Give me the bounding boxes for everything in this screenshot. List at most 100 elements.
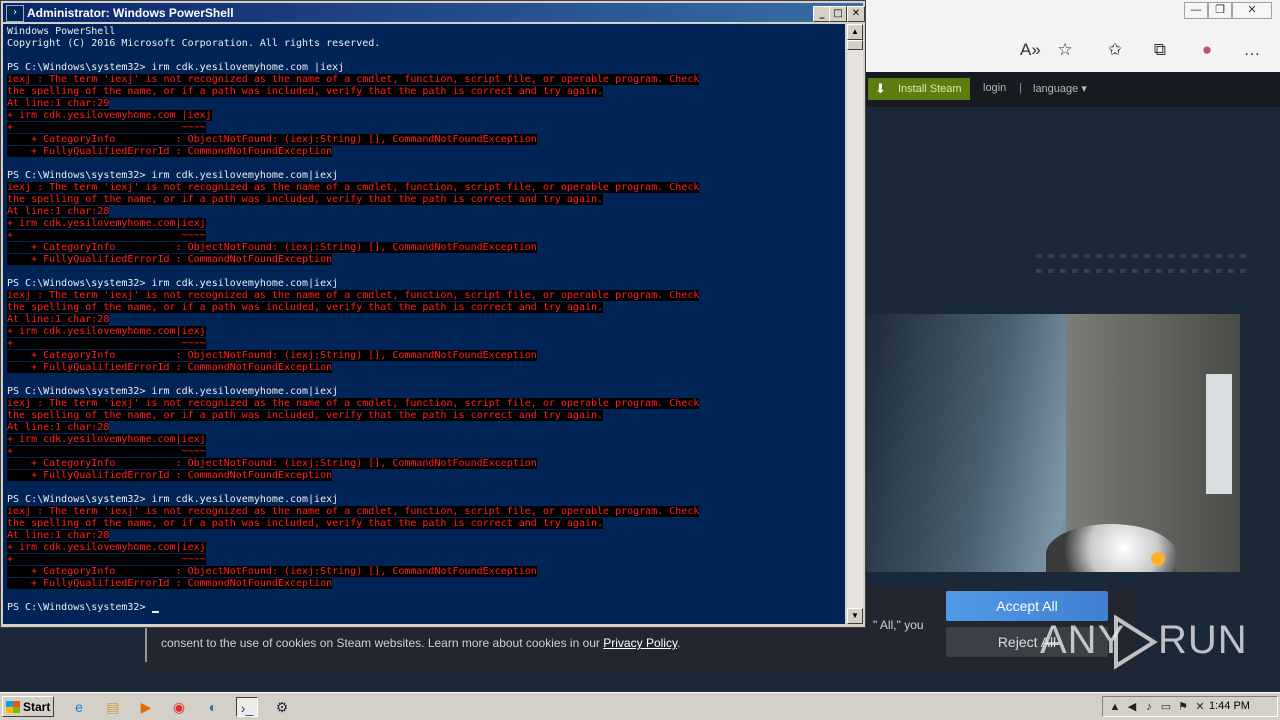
decorative-dots [1036,269,1246,273]
console-error-text: the spelling of the name, or if a path w… [7,410,604,421]
collections-icon[interactable]: ⧉ [1150,40,1170,60]
console-error-line: + ~~~~ [7,446,699,458]
console-error-text: iexj : The term 'iexj' is not recognized… [7,182,700,193]
console-prompt-line[interactable]: PS C:\Windows\system32> [7,602,699,614]
console-output[interactable]: Windows PowerShell Copyright (C) 2016 Mic… [3,24,845,624]
language-dropdown[interactable]: language ▾ [1033,82,1087,95]
console-error-text: + ~~~~ [7,554,206,565]
edge-icon[interactable]: ◐ [202,697,224,717]
console-error-text: + FullyQualifiedErrorId : CommandNotFoun… [7,254,333,265]
add-favorite-icon[interactable]: ☆ [1055,40,1075,60]
scroll-thumb[interactable] [847,40,863,50]
console-lines: Windows PowerShell Copyright (C) 2016 Mic… [7,26,700,614]
console-error-line: iexj : The term 'iexj' is not recognized… [7,182,700,194]
volume-icon[interactable]: ♪ [1141,699,1157,715]
console-error-line: + FullyQualifiedErrorId : CommandNotFoun… [7,254,699,266]
profile-icon[interactable]: ● [1197,40,1217,60]
maximize-button[interactable]: □ [829,6,847,22]
browser-close-button[interactable]: ✕ [1232,2,1272,19]
console-error-line: At line:1 char:28 [7,530,699,542]
console-error-text: + CategoryInfo : ObjectNotFound: (iexj:S… [7,134,537,145]
console-error-line: + irm cdk.yesilovemyhome.com|iexj [7,542,699,554]
console-error-line: At line:1 char:28 [7,314,699,326]
powershell-titlebar[interactable]: › Administrator: Windows PowerShell _ □ … [3,3,865,22]
console-error-line: the spelling of the name, or if a path w… [7,410,699,422]
console-error-text: iexj : The term 'iexj' is not recognized… [7,506,700,517]
console-error-text: At line:1 char:28 [7,422,110,433]
media-player-icon[interactable]: ▶ [135,697,157,717]
steam-icon[interactable]: ⚙ [271,697,293,717]
console-error-text: + CategoryInfo : ObjectNotFound: (iexj:S… [7,242,537,253]
scroll-down-arrow-icon[interactable]: ▼ [847,608,863,624]
ie-icon[interactable]: e [68,697,90,717]
featured-game-image[interactable] [866,314,1240,572]
console-error-text: At line:1 char:28 [7,314,110,325]
install-steam-button[interactable]: ⬇ Install Steam [868,78,970,100]
decorative-dots [1036,254,1246,258]
browser-minimize-button[interactable]: — [1184,2,1208,19]
windows-logo-icon [6,701,20,713]
console-scrollbar[interactable]: ▲ ▼ [847,24,863,624]
console-error-text: + irm cdk.yesilovemyhome.com |iexj [7,110,212,121]
favorites-icon[interactable]: ✩ [1105,40,1125,60]
powershell-window[interactable]: › Administrator: Windows PowerShell _ □ … [0,0,866,628]
chrome-icon[interactable]: ◉ [168,697,190,717]
console-line: PS C:\Windows\system32> irm cdk.yesilove… [7,170,339,181]
close-button[interactable]: ✕ [847,6,865,22]
clock[interactable]: 1:44 PM [1209,700,1250,712]
console-error-line: + CategoryInfo : ObjectNotFound: (iexj:S… [7,458,699,470]
browser-restore-button[interactable]: ❐ [1208,2,1232,19]
console-line: PS C:\Windows\system32> irm cdk.yesilove… [7,278,339,289]
powershell-taskbar-icon[interactable]: ›_ [236,697,258,717]
show-hidden-icons-icon[interactable]: ▲ [1107,699,1123,715]
console-error-line: + irm cdk.yesilovemyhome.com|iexj [7,434,699,446]
console-error-line: + FullyQualifiedErrorId : CommandNotFoun… [7,470,699,482]
cookie-text-body: consent to the use of cookies on Steam w… [161,636,604,650]
login-link[interactable]: login [983,82,1006,94]
console-error-text: + ~~~~ [7,446,206,457]
install-steam-label: Install Steam [898,83,962,95]
hero-gun-light [1151,552,1165,566]
console-line: PS C:\Windows\system32> irm cdk.yesilove… [7,494,339,505]
console-error-line: + CategoryInfo : ObjectNotFound: (iexj:S… [7,566,699,578]
console-error-line: iexj : The term 'iexj' is not recognized… [7,290,700,302]
security-icon[interactable]: ✕ [1192,699,1208,715]
system-tray: ▲ ◀ ♪ ▭ ⚑ ✕ 1:44 PM [1102,696,1278,717]
console-error-text: + FullyQualifiedErrorId : CommandNotFoun… [7,362,333,373]
flag-tray-icon[interactable]: ◀ [1124,699,1140,715]
more-icon[interactable]: … [1242,40,1262,60]
console-error-text: + irm cdk.yesilovemyhome.com|iexj [7,218,206,229]
network-icon[interactable]: ▭ [1158,699,1174,715]
start-button[interactable]: Start [2,696,54,717]
folder-icon[interactable]: ▤ [102,697,124,717]
action-center-icon[interactable]: ⚑ [1175,699,1191,715]
console-error-line: + ~~~~ [7,554,699,566]
console-error-text: the spelling of the name, or if a path w… [7,86,604,97]
cookie-text-end: . [677,636,681,650]
console-error-line: the spelling of the name, or if a path w… [7,86,699,98]
console-error-line: iexj : The term 'iexj' is not recognized… [7,398,700,410]
console-line: Copyright (C) 2016 Microsoft Corporation… [7,38,381,49]
read-aloud-icon[interactable]: A» [1020,40,1041,60]
scroll-up-arrow-icon[interactable]: ▲ [847,24,863,40]
console-error-text: At line:1 char:28 [7,206,110,217]
console-error-line: At line:1 char:28 [7,422,699,434]
console-error-text: the spelling of the name, or if a path w… [7,194,604,205]
console-error-text: + ~~~~ [7,122,206,133]
console-error-text: + FullyQualifiedErrorId : CommandNotFoun… [7,470,333,481]
console-error-line: At line:1 char:29 [7,98,699,110]
console-line: PS C:\Windows\system32> irm cdk.yesilove… [7,62,345,73]
console-error-text: + ~~~~ [7,230,206,241]
console-error-line: + irm cdk.yesilovemyhome.com |iexj [7,110,699,122]
browser-toolbar: — ❐ ✕ A» ☆ ✩ ⧉ ● … [866,0,1280,73]
console-error-text: iexj : The term 'iexj' is not recognized… [7,398,700,409]
cookie-text-fragment: " All," you [873,618,924,632]
console-cursor [151,611,159,613]
console-error-line: iexj : The term 'iexj' is not recognized… [7,506,700,518]
console-error-text: + FullyQualifiedErrorId : CommandNotFoun… [7,146,333,157]
privacy-policy-link[interactable]: Privacy Policy [603,636,677,650]
